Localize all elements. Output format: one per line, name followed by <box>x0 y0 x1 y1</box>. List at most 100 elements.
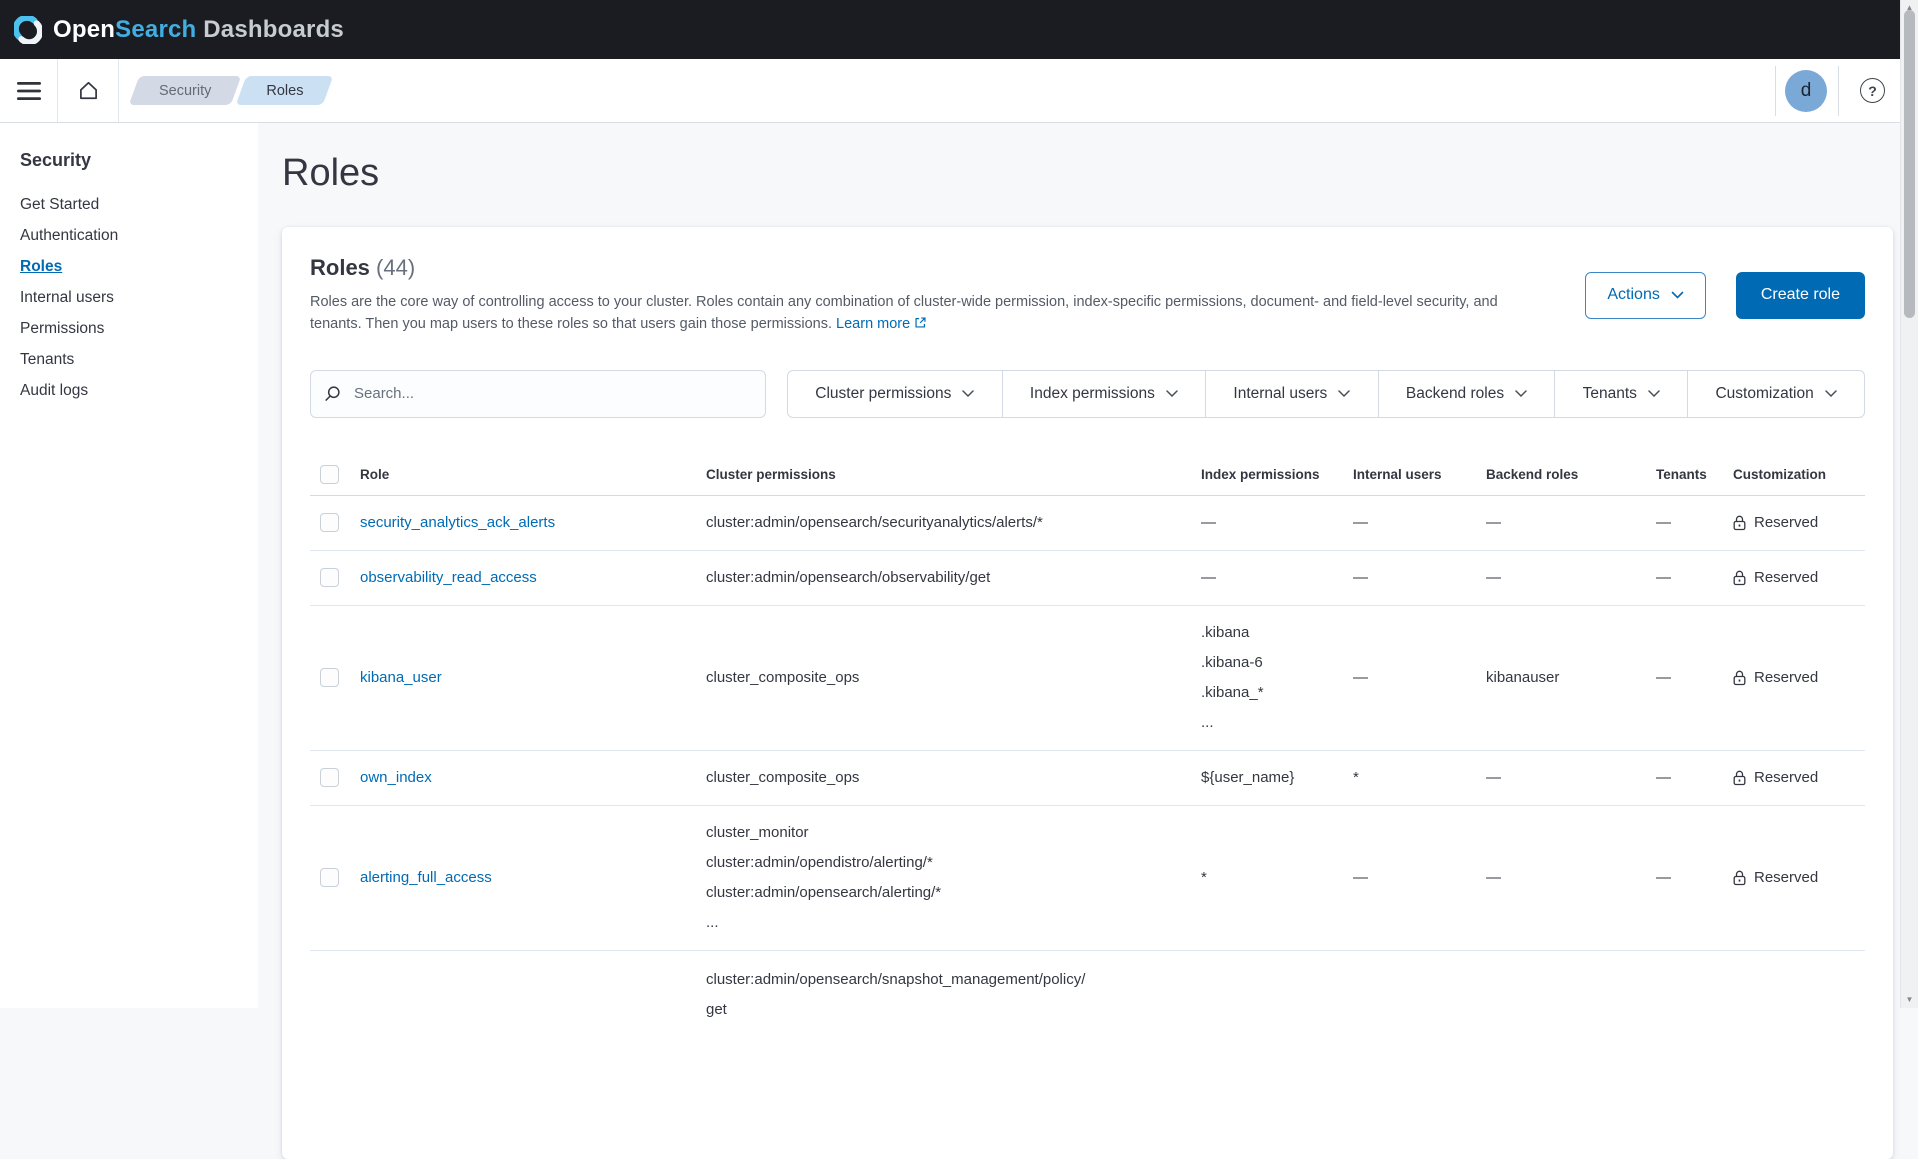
sidebar-item-get-started[interactable]: Get Started <box>20 196 258 214</box>
tenants-cell: — <box>1656 863 1733 893</box>
internal-users-cell: — <box>1353 663 1486 693</box>
internal-users-cell: — <box>1353 508 1486 538</box>
internal-users-cell: * <box>1353 763 1486 793</box>
scrollbar-thumb[interactable] <box>1904 10 1915 318</box>
cluster-permissions-cell: cluster_monitor cluster:admin/opendistro… <box>706 818 1201 938</box>
backend-roles-cell: — <box>1486 508 1656 538</box>
table-row: kibana_user cluster_composite_ops .kiban… <box>310 606 1865 751</box>
filter-customization[interactable]: Customization <box>1688 371 1864 417</box>
sidebar-item-tenants[interactable]: Tenants <box>20 351 258 369</box>
home-icon <box>77 79 100 102</box>
search-icon <box>324 385 341 402</box>
page-layout: Security Get Started Authentication Role… <box>0 123 1918 1008</box>
table-row: observability_read_access cluster:admin/… <box>310 551 1865 606</box>
tenants-cell: — <box>1656 763 1733 793</box>
lock-icon <box>1733 570 1746 586</box>
filter-index-permissions[interactable]: Index permissions <box>1003 371 1206 417</box>
cluster-permissions-cell: cluster_composite_ops <box>706 763 1201 793</box>
learn-more-link[interactable]: Learn more <box>836 316 927 332</box>
navbar-right: d ? <box>1775 66 1885 116</box>
role-link[interactable]: observability_read_access <box>360 569 537 586</box>
lock-icon <box>1733 870 1746 886</box>
user-avatar[interactable]: d <box>1785 70 1827 112</box>
opensearch-brand[interactable]: OpenSearch Dashboards <box>14 16 344 44</box>
tenants-cell: — <box>1656 563 1733 593</box>
scrollbar-down-arrow[interactable]: ▼ <box>1901 995 1918 1005</box>
breadcrumb-security[interactable]: Security <box>134 76 236 105</box>
lock-icon <box>1733 770 1746 786</box>
customization-cell: Reserved <box>1733 563 1865 593</box>
index-permissions-cell: .kibana .kibana-6 .kibana_* ... <box>1201 618 1353 738</box>
filter-cluster-permissions[interactable]: Cluster permissions <box>788 371 1003 417</box>
filter-internal-users[interactable]: Internal users <box>1206 371 1378 417</box>
customization-cell: Reserved <box>1733 663 1865 693</box>
home-button[interactable] <box>58 59 118 122</box>
role-link[interactable]: security_analytics_ack_alerts <box>360 514 555 531</box>
row-checkbox[interactable] <box>320 668 339 687</box>
roles-count: (44) <box>376 255 415 280</box>
brand-title: OpenSearch Dashboards <box>53 16 344 44</box>
panel-title: Roles (44) <box>310 255 1500 281</box>
table-header-row: Role Cluster permissions Index permissio… <box>310 455 1865 496</box>
row-checkbox[interactable] <box>320 768 339 787</box>
cluster-permissions-cell: cluster_composite_ops <box>706 663 1201 693</box>
external-link-icon <box>914 317 927 333</box>
search-input[interactable] <box>352 384 752 403</box>
role-link[interactable]: alerting_full_access <box>360 869 492 886</box>
customization-cell: Reserved <box>1733 508 1865 538</box>
chevron-down-icon <box>1671 291 1684 299</box>
sidebar-item-internal-users[interactable]: Internal users <box>20 289 258 307</box>
security-sidebar: Security Get Started Authentication Role… <box>0 123 258 1008</box>
select-all-checkbox[interactable] <box>320 465 339 484</box>
filter-tenants[interactable]: Tenants <box>1555 371 1688 417</box>
row-checkbox[interactable] <box>320 868 339 887</box>
sidebar-heading: Security <box>20 150 258 171</box>
column-header-cluster-permissions: Cluster permissions <box>706 467 1201 482</box>
sidebar-item-roles[interactable]: Roles <box>20 258 258 276</box>
row-checkbox[interactable] <box>320 513 339 532</box>
role-link[interactable]: kibana_user <box>360 669 442 686</box>
navigation-bar: Security Roles d ? <box>0 59 1918 123</box>
index-permissions-cell: — <box>1201 508 1353 538</box>
sidebar-item-authentication[interactable]: Authentication <box>20 227 258 245</box>
cluster-permissions-cell: cluster:admin/opensearch/observability/g… <box>706 563 1201 593</box>
lock-icon <box>1733 670 1746 686</box>
table-row: cluster:admin/opensearch/snapshot_manage… <box>310 951 1865 1131</box>
panel-header-text: Roles (44) Roles are the core way of con… <box>310 255 1500 336</box>
actions-button[interactable]: Actions <box>1585 272 1705 319</box>
index-permissions-cell: ${user_name} <box>1201 763 1353 793</box>
table-row: alerting_full_access cluster_monitor clu… <box>310 806 1865 951</box>
chevron-down-icon <box>962 390 974 397</box>
row-checkbox[interactable] <box>320 568 339 587</box>
cluster-permissions-cell: cluster:admin/opensearch/securityanalyti… <box>706 508 1201 538</box>
backend-roles-cell: — <box>1486 563 1656 593</box>
page-scrollbar[interactable]: ▲ ▼ <box>1900 0 1918 1008</box>
sidebar-item-permissions[interactable]: Permissions <box>20 320 258 338</box>
top-header-bar: OpenSearch Dashboards <box>0 0 1918 59</box>
internal-users-cell: — <box>1353 863 1486 893</box>
menu-button[interactable] <box>0 59 57 122</box>
lock-icon <box>1733 515 1746 531</box>
sidebar-item-audit-logs[interactable]: Audit logs <box>20 382 258 400</box>
panel-description: Roles are the core way of controlling ac… <box>310 291 1500 336</box>
reserved-label: Reserved <box>1754 863 1818 893</box>
backend-roles-cell: — <box>1486 763 1656 793</box>
filter-backend-roles[interactable]: Backend roles <box>1379 371 1556 417</box>
search-box <box>310 370 766 418</box>
tenants-cell: — <box>1656 663 1733 693</box>
reserved-label: Reserved <box>1754 763 1818 793</box>
chevron-down-icon <box>1338 390 1350 397</box>
chevron-down-icon <box>1166 390 1178 397</box>
panel-actions: Actions Create role <box>1585 272 1865 319</box>
table-row: own_index cluster_composite_ops ${user_n… <box>310 751 1865 806</box>
create-role-button[interactable]: Create role <box>1736 272 1865 319</box>
internal-users-cell: — <box>1353 563 1486 593</box>
help-icon[interactable]: ? <box>1860 78 1885 103</box>
main-content: Roles Roles (44) Roles are the core way … <box>258 123 1918 1008</box>
column-header-role: Role <box>360 467 706 482</box>
role-link[interactable]: own_index <box>360 769 432 786</box>
chevron-down-icon <box>1515 390 1527 397</box>
table-row: security_analytics_ack_alerts cluster:ad… <box>310 496 1865 551</box>
reserved-label: Reserved <box>1754 508 1818 538</box>
column-header-customization: Customization <box>1733 467 1865 482</box>
